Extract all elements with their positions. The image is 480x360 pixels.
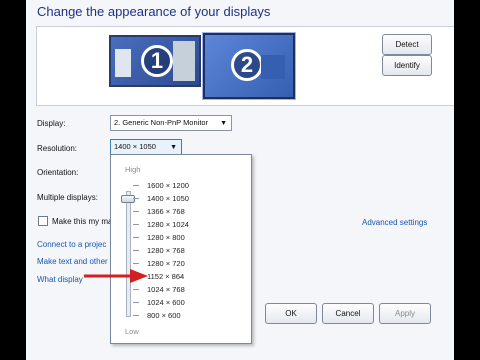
slider-tick (133, 263, 139, 264)
make-main-display-checkbox[interactable] (38, 216, 48, 226)
monitor-2-number: 2 (231, 49, 263, 81)
resolution-option[interactable]: 1366 × 768 (133, 205, 189, 218)
monitor-2-grid-icon (261, 55, 285, 79)
chevron-down-icon: ▼ (170, 144, 177, 151)
display-select[interactable]: 2. Generic Non-PnP Monitor ▼ (110, 115, 232, 131)
multiple-displays-label: Multiple displays: (37, 193, 98, 202)
resolution-slider-thumb[interactable] (121, 195, 135, 203)
monitor-2[interactable]: 2 (202, 32, 296, 100)
make-text-larger-link[interactable]: Make text and other (37, 257, 108, 266)
resolution-option-label: 1400 × 1050 (147, 194, 189, 203)
orientation-label: Orientation: (37, 168, 79, 177)
resolution-option-label: 1024 × 600 (147, 298, 185, 307)
slider-tick (133, 250, 139, 251)
monitor-arrangement-area[interactable]: 1 2 Detect Identify (36, 26, 454, 106)
resolution-option-label: 1600 × 1200 (147, 181, 189, 190)
resolution-option-label: 800 × 600 (147, 311, 181, 320)
resolution-option[interactable]: 1152 × 864 (133, 270, 189, 283)
resolution-options-list: 1600 × 1200 1400 × 1050 1366 × 768 1280 … (133, 179, 189, 322)
apply-button[interactable]: Apply (379, 303, 431, 324)
cancel-button[interactable]: Cancel (322, 303, 374, 324)
slider-tick (133, 185, 139, 186)
display-label: Display: (37, 119, 66, 128)
resolution-option[interactable]: 800 × 600 (133, 309, 189, 322)
resolution-option-label: 1280 × 720 (147, 259, 185, 268)
resolution-dropdown-panel[interactable]: High 1600 × 1200 1400 × 1050 1366 × 768 … (110, 154, 252, 344)
resolution-option[interactable]: 1280 × 800 (133, 231, 189, 244)
page-title: Change the appearance of your displays (37, 4, 271, 19)
chevron-down-icon: ▼ (220, 120, 227, 127)
slider-tick (133, 302, 139, 303)
detect-button[interactable]: Detect (382, 34, 432, 55)
resolution-option[interactable]: 1280 × 1024 (133, 218, 189, 231)
resolution-option[interactable]: 1400 × 1050 (133, 192, 189, 205)
monitor-1-window-thumbnail-2 (173, 41, 195, 81)
resolution-option-label: 1152 × 864 (147, 272, 185, 281)
resolution-option[interactable]: 1280 × 720 (133, 257, 189, 270)
make-main-display-label: Make this my ma (52, 217, 113, 226)
slider-tick (133, 198, 139, 199)
slider-tick (133, 224, 139, 225)
resolution-option[interactable]: 1024 × 600 (133, 296, 189, 309)
resolution-select-value: 1400 × 1050 (114, 142, 156, 151)
annotation-arrow-icon (84, 269, 148, 283)
ok-button[interactable]: OK (265, 303, 317, 324)
resolution-option[interactable]: 1024 × 768 (133, 283, 189, 296)
connect-projector-link[interactable]: Connect to a projec (37, 240, 106, 249)
advanced-settings-link[interactable]: Advanced settings (362, 218, 427, 227)
slider-tick (133, 211, 139, 212)
identify-button[interactable]: Identify (382, 55, 432, 76)
resolution-slider-track[interactable] (126, 191, 131, 317)
resolution-high-label: High (125, 165, 141, 174)
monitor-1[interactable]: 1 (109, 35, 201, 87)
slider-tick (133, 237, 139, 238)
resolution-option-label: 1280 × 768 (147, 246, 185, 255)
resolution-select[interactable]: 1400 × 1050 ▼ (110, 139, 182, 155)
resolution-option-label: 1024 × 768 (147, 285, 185, 294)
resolution-low-label: Low (125, 327, 139, 336)
resolution-option[interactable]: 1600 × 1200 (133, 179, 189, 192)
resolution-option[interactable]: 1280 × 768 (133, 244, 189, 257)
resolution-option-label: 1280 × 1024 (147, 220, 189, 229)
resolution-label: Resolution: (37, 144, 78, 153)
monitor-1-number: 1 (141, 45, 173, 77)
resolution-option-label: 1280 × 800 (147, 233, 185, 242)
display-select-value: 2. Generic Non-PnP Monitor (114, 118, 209, 127)
what-display-settings-link[interactable]: What display (37, 275, 83, 284)
monitor-1-window-thumbnail (115, 49, 131, 77)
display-settings-window: Change the appearance of your displays 1… (26, 0, 454, 360)
slider-tick (133, 315, 139, 316)
resolution-option-label: 1366 × 768 (147, 207, 185, 216)
slider-tick (133, 289, 139, 290)
